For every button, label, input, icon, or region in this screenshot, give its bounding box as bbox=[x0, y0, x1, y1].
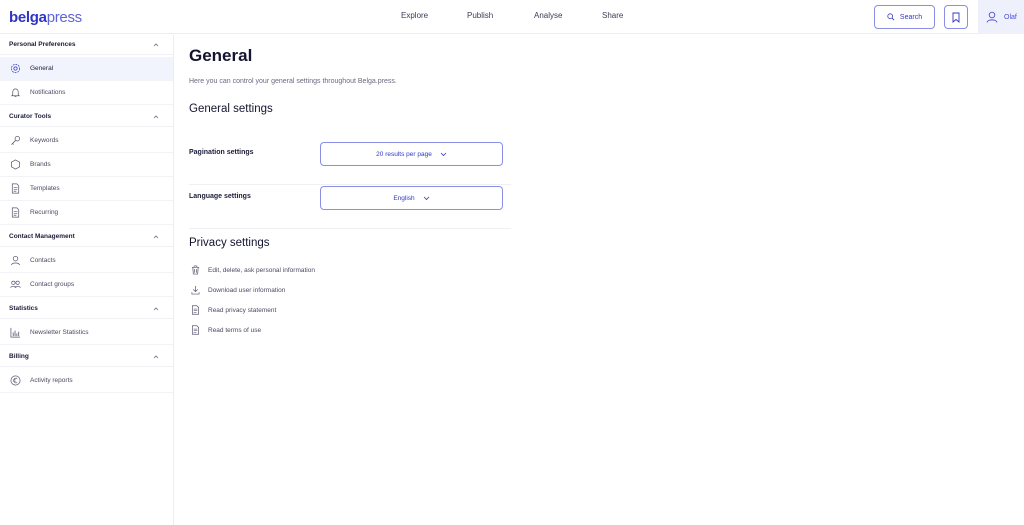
privacy-link-label: Download user information bbox=[208, 286, 286, 294]
chevron-up-icon[interactable] bbox=[153, 114, 159, 120]
top-bar: belgapress Explore Publish Analyse Share… bbox=[0, 0, 1024, 34]
chevron-up-icon[interactable] bbox=[153, 42, 159, 48]
section-contact-management[interactable]: Contact Management bbox=[0, 227, 173, 247]
pagination-settings-row: Pagination settings 20 results per page bbox=[189, 142, 511, 185]
nav-share[interactable]: Share bbox=[602, 11, 623, 20]
section-title: Curator Tools bbox=[9, 113, 52, 120]
sidebar-item-label: Keywords bbox=[30, 137, 59, 144]
section-statistics[interactable]: Statistics bbox=[0, 299, 173, 319]
sidebar-item-notifications[interactable]: Notifications bbox=[0, 81, 173, 105]
sidebar-item-label: Newsletter Statistics bbox=[30, 329, 89, 336]
section-title: Contact Management bbox=[9, 233, 75, 240]
chevron-down-icon bbox=[440, 152, 447, 156]
sidebar-item-recurring[interactable]: Recurring bbox=[0, 201, 173, 225]
privacy-link-label: Read terms of use bbox=[208, 326, 262, 334]
chevron-up-icon[interactable] bbox=[153, 354, 159, 360]
section-personal-preferences[interactable]: Personal Preferences bbox=[0, 35, 173, 55]
key-icon bbox=[10, 135, 21, 146]
privacy-link-download-user-info[interactable]: Download user information bbox=[191, 283, 285, 297]
section-billing[interactable]: Billing bbox=[0, 347, 173, 367]
sidebar-item-label: Contacts bbox=[30, 257, 56, 264]
section-title: Statistics bbox=[9, 305, 38, 312]
nav-analyse[interactable]: Analyse bbox=[534, 11, 562, 20]
section-curator-tools[interactable]: Curator Tools bbox=[0, 107, 173, 127]
sidebar-item-activity-reports[interactable]: Activity reports bbox=[0, 369, 173, 393]
sidebar-item-label: Contact groups bbox=[30, 281, 75, 288]
logo-press-text: press bbox=[46, 8, 82, 26]
belga-press-logo[interactable]: belgapress bbox=[9, 8, 82, 26]
download-icon bbox=[191, 285, 200, 295]
language-settings-row: Language settings English bbox=[189, 186, 511, 229]
user-icon bbox=[986, 11, 998, 23]
user-menu[interactable]: Olaf bbox=[978, 0, 1024, 34]
gear-icon bbox=[10, 63, 21, 74]
privacy-link-label: Edit, delete, ask personal information bbox=[208, 266, 315, 274]
nav-publish[interactable]: Publish bbox=[467, 11, 493, 20]
document-icon bbox=[191, 305, 200, 315]
sidebar-item-label: Recurring bbox=[30, 209, 59, 216]
bar-chart-icon bbox=[10, 327, 21, 338]
logo-belga-text: belga bbox=[9, 8, 47, 26]
settings-sidebar: Personal Preferences General Notificatio… bbox=[0, 35, 174, 525]
chevron-up-icon[interactable] bbox=[153, 306, 159, 312]
search-button[interactable]: Search bbox=[874, 5, 935, 29]
sidebar-item-general[interactable]: General bbox=[0, 57, 173, 81]
bookmark-button[interactable] bbox=[944, 5, 968, 29]
privacy-link-privacy-statement[interactable]: Read privacy statement bbox=[191, 303, 276, 317]
privacy-settings-heading: Privacy settings bbox=[189, 237, 270, 249]
privacy-link-edit-personal-info[interactable]: Edit, delete, ask personal information bbox=[191, 263, 315, 277]
search-button-label: Search bbox=[899, 13, 923, 21]
sidebar-item-label: Notifications bbox=[30, 89, 66, 96]
document-icon bbox=[10, 207, 21, 218]
pagination-select-value: 20 results per page bbox=[376, 150, 432, 158]
sidebar-item-contact-groups[interactable]: Contact groups bbox=[0, 273, 173, 297]
general-settings-heading: General settings bbox=[189, 103, 273, 115]
section-title: Personal Preferences bbox=[9, 41, 76, 48]
bell-icon bbox=[10, 87, 21, 98]
document-icon bbox=[191, 325, 200, 335]
hexagon-icon bbox=[10, 159, 21, 170]
nav-explore[interactable]: Explore bbox=[401, 11, 428, 20]
privacy-link-label: Read privacy statement bbox=[208, 306, 277, 314]
pagination-select[interactable]: 20 results per page bbox=[320, 142, 503, 166]
page-title: General bbox=[189, 46, 253, 65]
language-settings-label: Language settings bbox=[189, 193, 251, 200]
sidebar-item-label: General bbox=[30, 65, 54, 72]
sidebar-item-label: Brands bbox=[30, 161, 51, 168]
euro-icon bbox=[10, 375, 21, 386]
user-name: Olaf bbox=[1004, 13, 1017, 21]
sidebar-item-newsletter-statistics[interactable]: Newsletter Statistics bbox=[0, 321, 173, 345]
bookmark-icon bbox=[952, 12, 960, 23]
language-select[interactable]: English bbox=[320, 186, 503, 210]
sidebar-item-brands[interactable]: Brands bbox=[0, 153, 173, 177]
users-icon bbox=[10, 279, 21, 290]
section-title: Billing bbox=[9, 353, 29, 360]
search-icon bbox=[887, 13, 895, 21]
trash-icon bbox=[191, 265, 200, 275]
sidebar-item-templates[interactable]: Templates bbox=[0, 177, 173, 201]
sidebar-item-keywords[interactable]: Keywords bbox=[0, 129, 173, 153]
sidebar-item-label: Activity reports bbox=[30, 377, 73, 384]
privacy-link-terms-of-use[interactable]: Read terms of use bbox=[191, 323, 261, 337]
language-select-value: English bbox=[393, 194, 415, 202]
sidebar-item-label: Templates bbox=[30, 185, 60, 192]
sidebar-item-contacts[interactable]: Contacts bbox=[0, 249, 173, 273]
user-icon bbox=[10, 255, 21, 266]
document-icon bbox=[10, 183, 21, 194]
page-description: Here you can control your general settin… bbox=[189, 78, 397, 85]
chevron-up-icon[interactable] bbox=[153, 234, 159, 240]
pagination-settings-label: Pagination settings bbox=[189, 149, 254, 156]
chevron-down-icon bbox=[423, 196, 429, 200]
